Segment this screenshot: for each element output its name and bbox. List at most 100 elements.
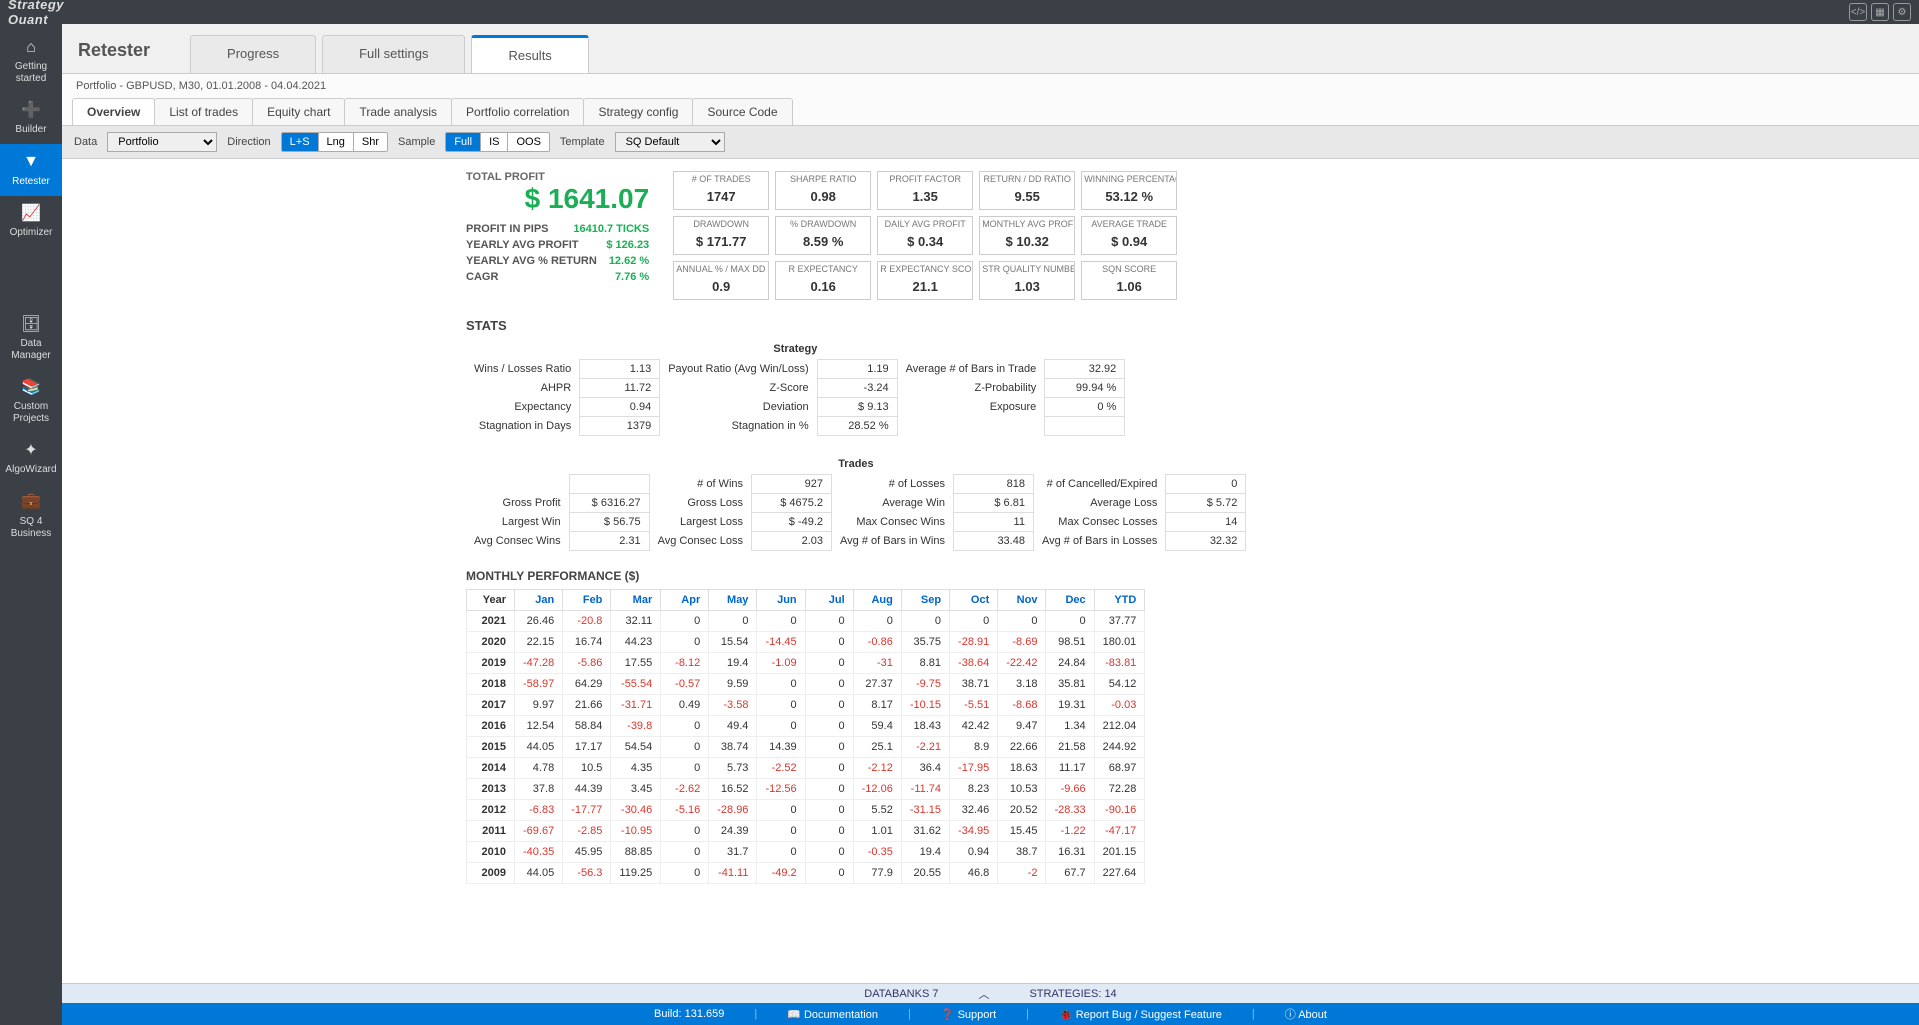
monthly-cell: 54.54 [611,737,661,758]
data-label: Data [74,136,97,148]
footer-link[interactable]: ❓ Support [941,1008,996,1021]
monthly-cell: -30.46 [611,800,661,821]
footer-link[interactable]: 📖 Documentation [787,1008,878,1021]
nav-icon: 📚 [21,378,41,397]
tab-equity-chart[interactable]: Equity chart [252,98,345,125]
monthly-cell: -8.12 [661,653,709,674]
monthly-year: 2012 [467,800,515,821]
stats-header: Strategy [466,339,1125,360]
monthly-cell: -2 [998,863,1046,884]
footer-link[interactable]: ⓘ About [1285,1006,1327,1022]
monthly-cell: 244.92 [1094,737,1145,758]
monthly-cell: 31.7 [709,842,757,863]
monthly-header: Aug [853,590,901,611]
trade-label: Average Loss [1033,494,1165,513]
monthly-cell: 1.34 [1046,716,1094,737]
info-label: AVERAGE TRADE [1082,217,1176,231]
monthly-cell: 0 [757,800,805,821]
monthly-cell: 8.17 [853,695,901,716]
monthly-cell: 35.75 [901,632,949,653]
code-icon[interactable]: </> [1849,3,1867,21]
nav-data-manager[interactable]: 🗄Data Manager [0,307,62,370]
strategies-count[interactable]: STRATEGIES: 14 [1029,988,1116,1000]
stat-value: 1.13 [580,360,660,379]
monthly-cell: 0 [805,737,853,758]
monthly-cell: 8.81 [901,653,949,674]
monthly-cell: 44.39 [563,779,611,800]
stat-value: 0 % [1045,398,1125,417]
monthly-cell: 59.4 [853,716,901,737]
trade-value: 818 [953,475,1033,494]
info-value: 0.16 [776,276,870,299]
monthly-cell: -49.2 [757,863,805,884]
data-select[interactable]: Portfolio [107,132,217,152]
sample-btn-full[interactable]: Full [446,133,480,151]
tab-strategy-config[interactable]: Strategy config [583,98,693,125]
monthly-year: 2015 [467,737,515,758]
databanks-chevron-icon[interactable]: ︿ [978,986,989,1002]
monthly-cell: 16.31 [1046,842,1094,863]
monthly-cell: 119.25 [611,863,661,884]
monthly-cell: 38.7 [998,842,1046,863]
monthly-cell: -9.75 [901,674,949,695]
monthly-cell: -0.86 [853,632,901,653]
page-title: Retester [74,32,190,73]
trade-label: Max Consec Losses [1033,513,1165,532]
stat-label: Stagnation in Days [466,417,580,436]
tab-trade-analysis[interactable]: Trade analysis [344,98,452,125]
nav-icon: 📈 [21,204,41,223]
nav-getting-started[interactable]: ⌂Getting started [0,30,62,93]
monthly-cell: 37.8 [515,779,563,800]
monthly-header: Mar [611,590,661,611]
tab-overview[interactable]: Overview [72,98,155,125]
tab-portfolio-correlation[interactable]: Portfolio correlation [451,98,584,125]
footer-link[interactable]: 🐞 Report Bug / Suggest Feature [1059,1008,1222,1021]
monthly-year: 2021 [467,611,515,632]
nav-custom-projects[interactable]: 📚Custom Projects [0,370,62,433]
monthly-cell: 8.23 [950,779,998,800]
nav-optimizer[interactable]: 📈Optimizer [0,196,62,247]
databanks-count[interactable]: DATABANKS 7 [864,988,938,1000]
info-label: DRAWDOWN [674,217,768,231]
monthly-cell: 3.18 [998,674,1046,695]
monthly-year: 2009 [467,863,515,884]
monthly-cell: 67.7 [1046,863,1094,884]
tab-list-of-trades[interactable]: List of trades [154,98,253,125]
monthly-row: 200944.05-56.3119.250-41.11-49.2077.920.… [467,863,1145,884]
direction-btn-shr[interactable]: Shr [353,133,387,151]
monthly-cell: 22.66 [998,737,1046,758]
info-value: 1747 [674,186,768,209]
info-box: R EXPECTANCY0.16 [775,261,871,300]
direction-btn-l+s[interactable]: L+S [282,133,318,151]
monthly-cell: -83.81 [1094,653,1145,674]
monthly-year: 2010 [467,842,515,863]
gear-icon[interactable]: ⚙ [1893,3,1911,21]
module-tab-progress[interactable]: Progress [190,35,316,73]
nav-sq-4-business[interactable]: 💼SQ 4 Business [0,484,62,547]
monthly-cell: 25.1 [853,737,901,758]
info-box: DRAWDOWN$ 171.77 [673,216,769,255]
direction-btn-lng[interactable]: Lng [318,133,353,151]
nav-builder[interactable]: ➕Builder [0,93,62,144]
module-tab-results[interactable]: Results [471,35,588,73]
nav-retester[interactable]: ▼Retester [0,144,62,195]
trade-label: Largest Loss [649,513,751,532]
monthly-cell: 0.94 [950,842,998,863]
monthly-cell: 0 [805,695,853,716]
template-select[interactable]: SQ Default [615,132,725,152]
monthly-cell: 24.39 [709,821,757,842]
monthly-row: 202126.46-20.832.1100000000037.77 [467,611,1145,632]
module-tab-full-settings[interactable]: Full settings [322,35,465,73]
nav-icon: ✦ [24,441,37,460]
sample-btn-oos[interactable]: OOS [507,133,548,151]
grid-icon[interactable]: ▦ [1871,3,1889,21]
nav-algowizard[interactable]: ✦AlgoWizard [0,433,62,484]
sample-btn-is[interactable]: IS [480,133,507,151]
monthly-cell: 4.35 [611,758,661,779]
monthly-cell: 38.74 [709,737,757,758]
monthly-header: Dec [1046,590,1094,611]
monthly-cell: 180.01 [1094,632,1145,653]
monthly-cell: -41.11 [709,863,757,884]
tab-source-code[interactable]: Source Code [692,98,792,125]
nav-icon: 💼 [21,492,41,511]
